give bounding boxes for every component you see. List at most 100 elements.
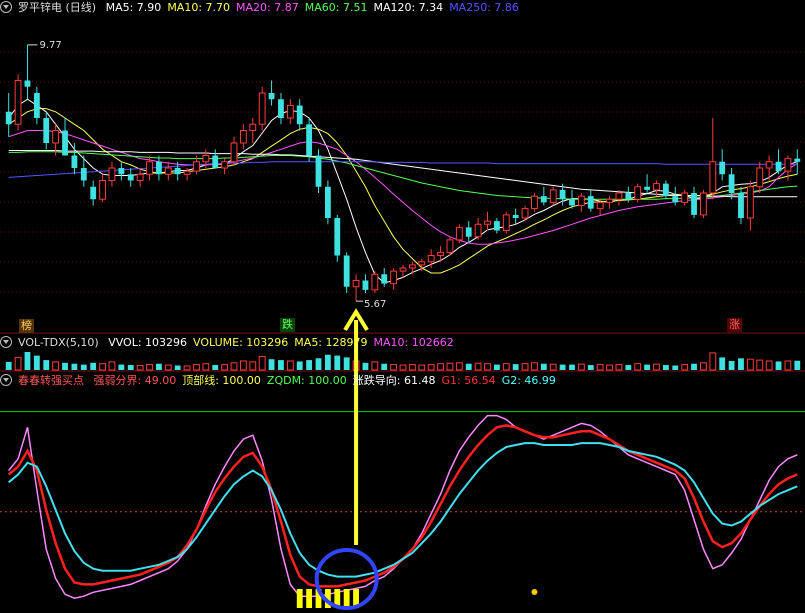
signal-dot <box>531 589 538 595</box>
indicator-legend-item: ZQDM: 100.00 <box>266 374 347 387</box>
dropdown-icon[interactable] <box>0 374 12 386</box>
candle-body-down <box>315 155 322 187</box>
candle-body-up <box>756 167 764 188</box>
candle-body-up <box>136 173 144 181</box>
volume-bar-down <box>155 363 162 370</box>
candle-body-up <box>99 180 106 200</box>
volume-bar-down <box>5 361 12 370</box>
candle-body-down <box>296 105 303 125</box>
candle-body-up <box>164 167 172 175</box>
volume-bar-down <box>719 357 726 370</box>
candle-body-down <box>569 199 575 206</box>
stock-title: 罗平锌电 (日线) <box>18 1 97 14</box>
volume-bar-up <box>221 364 229 371</box>
candle-body-down <box>278 99 284 118</box>
candle-body-down <box>127 174 134 181</box>
volume-bar-up <box>230 362 238 371</box>
candle-body-up <box>371 273 379 291</box>
candle-body-up <box>52 130 60 144</box>
candle-body-down <box>155 161 162 175</box>
candle-body-down <box>71 155 78 168</box>
volume-bar-down <box>738 358 744 370</box>
volume-bar-down <box>381 363 388 370</box>
candle-body-down <box>540 196 547 203</box>
indicator-legend-item: G2: 46.99 <box>501 374 556 387</box>
ma-legend-item: MA250: 7.86 <box>449 1 519 14</box>
volume-legend-item: VOLUME: 103296 <box>193 336 289 349</box>
dropdown-icon[interactable] <box>0 336 12 348</box>
candle-body-up <box>14 80 22 125</box>
candle-body-down <box>324 186 331 218</box>
volume-bar-up <box>408 364 416 371</box>
volume-bar-down <box>268 359 275 370</box>
candle-body-up <box>484 220 491 225</box>
candle-body-down <box>62 130 68 156</box>
volume-bar-down <box>587 365 594 370</box>
volume-bar-up <box>99 363 106 371</box>
candle-body-down <box>33 93 40 118</box>
volume-bar-up <box>634 363 642 371</box>
candle-body-down <box>738 193 744 218</box>
ma-legend-item: MA20: 7.87 <box>236 1 299 14</box>
volume-bar-up <box>14 356 22 371</box>
volume-bar-down <box>569 364 575 370</box>
volume-bar-up <box>399 364 407 371</box>
bang-marker: 榜 <box>19 319 34 333</box>
volume-legend-item: MA10: 102662 <box>373 336 454 349</box>
volume-bar-up <box>765 360 773 371</box>
volume-bar-down <box>118 364 125 370</box>
candle-body-up <box>700 192 707 216</box>
volume-bar-up <box>615 364 623 371</box>
candle-body-down <box>512 214 519 218</box>
candle-body-up <box>502 214 510 231</box>
volume-bar-up <box>202 363 210 371</box>
volume-bar-down <box>775 361 782 370</box>
volume-bar-up <box>239 360 247 371</box>
indicator-legend-item: 强弱分界: 49.00 <box>93 374 177 387</box>
volume-bar-down <box>728 361 735 370</box>
candle-body-down <box>268 93 275 100</box>
volume-bar-down <box>465 363 472 370</box>
volume-bar-up <box>418 364 426 371</box>
candle-body-down <box>118 168 125 175</box>
candle-body-down <box>559 189 566 200</box>
volume-bar-up <box>700 362 707 371</box>
volume-bar-up <box>756 359 764 371</box>
indicator-legend-item: 涨跌导向: 61.48 <box>352 374 436 387</box>
candle-body-down <box>728 174 735 193</box>
dropdown-icon[interactable] <box>0 1 12 13</box>
volume-bar-up <box>474 362 482 371</box>
ma-legend-item: MA10: 7.70 <box>167 1 231 14</box>
volume-bar-down <box>343 357 350 370</box>
volume-bar-down <box>24 352 31 370</box>
buy-signal-bar <box>343 589 350 608</box>
candle-body-up <box>521 208 529 219</box>
candle-body-up <box>202 155 210 163</box>
volume-bar-up <box>136 365 144 371</box>
volume-bar-up <box>286 360 294 371</box>
volume-bar-up <box>709 352 717 371</box>
volume-bar-up <box>146 364 153 371</box>
indicator-panel-header: 春春转强买点 强弱分界: 49.00 顶部线: 100.00 ZQDM: 100.0… <box>0 373 805 389</box>
candle-body-down <box>306 124 313 156</box>
die-marker: 跌 <box>280 318 295 332</box>
volume-bar-down <box>540 363 547 370</box>
indicator-line-red <box>7 424 798 588</box>
candle-body-up <box>286 105 294 119</box>
volume-bar-up <box>437 363 444 371</box>
volume-bar-down <box>493 364 500 370</box>
volume-bar-up <box>502 363 510 371</box>
volume-bar-up <box>258 356 266 371</box>
volume-bar-down <box>174 365 181 370</box>
candle-body-up <box>108 167 116 181</box>
candle-body-down <box>662 183 669 197</box>
volume-bar-up <box>784 360 792 371</box>
candle-body-down <box>625 193 632 200</box>
volume-bar-up <box>549 363 557 371</box>
candle-body-up <box>193 161 200 172</box>
candle-body-up <box>239 130 247 144</box>
volume-bar-up <box>371 361 379 371</box>
candle-body-up <box>146 161 153 175</box>
candle-body-down <box>672 196 679 203</box>
volume-title: VOL-TDX(5,10) <box>18 336 99 349</box>
